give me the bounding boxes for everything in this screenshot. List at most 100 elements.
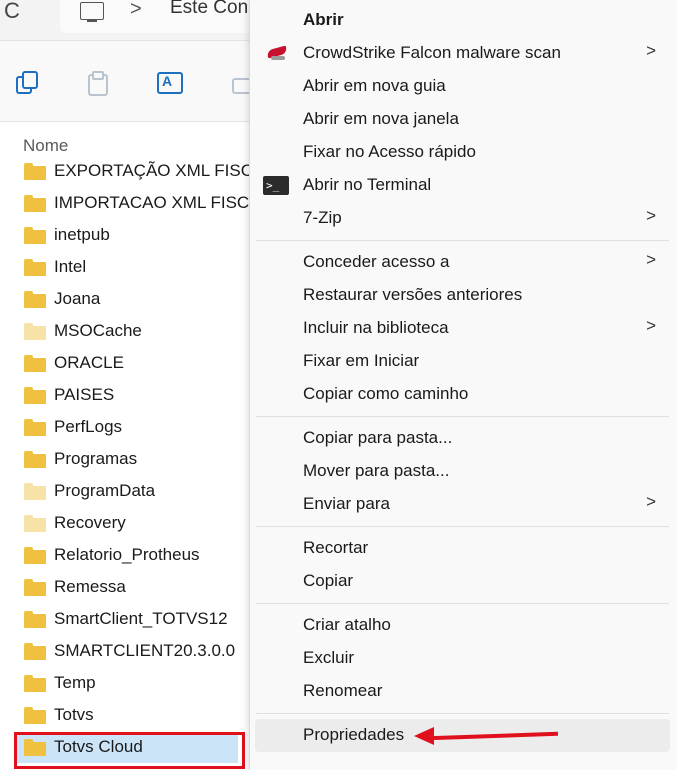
folder-row[interactable]: Totvs: [0, 701, 250, 731]
menu-separator: [256, 526, 669, 527]
folder-name: Temp: [54, 673, 96, 692]
menu-item-recortar[interactable]: Recortar: [255, 532, 670, 565]
menu-item-label: Excluir: [303, 648, 355, 667]
folder-icon: [24, 579, 46, 596]
menu-item-label: Abrir no Terminal: [303, 175, 432, 194]
menu-separator: [256, 240, 669, 241]
folder-row[interactable]: PerfLogs: [0, 413, 250, 443]
folder-name: PAISES: [54, 385, 115, 404]
menu-item-restaurar-versoes-anteriores[interactable]: Restaurar versões anteriores: [255, 279, 670, 312]
folder-row[interactable]: Joana: [0, 285, 250, 315]
folder-icon: [24, 547, 46, 564]
menu-item-label: CrowdStrike Falcon malware scan: [303, 43, 561, 62]
menu-item-fixar-no-acesso-rapido[interactable]: Fixar no Acesso rápido: [255, 136, 670, 169]
folder-row[interactable]: IMPORTACAO XML FISCA: [0, 189, 261, 219]
menu-item-incluir-na-biblioteca[interactable]: Incluir na biblioteca >: [255, 312, 670, 345]
folder-name: ProgramData: [54, 481, 156, 500]
menu-item-label: Copiar como caminho: [303, 384, 469, 403]
folder-icon: [24, 323, 46, 340]
folder-row[interactable]: MSOCache: [0, 317, 250, 347]
menu-item-label: Propriedades: [303, 725, 405, 744]
folder-name: SMARTCLIENT20.3.0.0: [54, 641, 236, 660]
menu-item-7-zip[interactable]: 7-Zip >: [255, 202, 670, 235]
folder-name: IMPORTACAO XML FISCA: [54, 193, 261, 212]
folder-name: Totvs: [54, 705, 94, 724]
red-arrow-annotation: [414, 724, 562, 748]
copy-icon[interactable]: [14, 70, 38, 94]
arrow-head: [414, 727, 434, 745]
folder-row[interactable]: Recovery: [0, 509, 250, 539]
folder-row[interactable]: Intel: [0, 253, 250, 283]
folder-icon: [24, 291, 46, 308]
context-menu: Abrir CrowdStrike Falcon malware scan > Abr…: [249, 0, 677, 770]
menu-item-crowdstrike-falcon-malware-scan[interactable]: CrowdStrike Falcon malware scan >: [255, 37, 670, 70]
menu-item-mover-para-pasta[interactable]: Mover para pasta...: [255, 455, 670, 488]
folder-row[interactable]: Relatorio_Protheus: [0, 541, 250, 571]
folder-row[interactable]: Temp: [0, 669, 250, 699]
menu-item-label: Abrir em nova janela: [303, 109, 459, 128]
menu-item-copiar-como-caminho[interactable]: Copiar como caminho: [255, 378, 670, 411]
menu-item-excluir[interactable]: Excluir: [255, 642, 670, 675]
column-header-name[interactable]: Nome: [23, 136, 68, 156]
menu-item-copiar-para-pasta[interactable]: Copiar para pasta...: [255, 422, 670, 455]
breadcrumb-chevron-icon[interactable]: >: [130, 0, 142, 21]
folder-icon: [24, 451, 46, 468]
menu-separator: [256, 416, 669, 417]
refresh-icon[interactable]: C: [4, 0, 20, 22]
menu-item-renomear[interactable]: Renomear: [255, 675, 670, 708]
folder-icon: [24, 259, 46, 276]
menu-separator: [256, 603, 669, 604]
folder-icon: [24, 483, 46, 500]
menu-item-label: Mover para pasta...: [303, 461, 450, 480]
folder-icon: [24, 643, 46, 660]
folder-row[interactable]: Remessa: [0, 573, 250, 603]
arrow-shaft: [427, 731, 559, 741]
menu-item-label: Recortar: [303, 538, 369, 557]
folder-row[interactable]: Programas: [0, 445, 250, 475]
folder-name: Relatorio_Protheus: [54, 545, 200, 564]
folder-name: inetpub: [54, 225, 110, 244]
menu-item-label: Copiar para pasta...: [303, 428, 453, 447]
folder-name: Remessa: [54, 577, 126, 596]
folder-row[interactable]: EXPORTAÇÃO XML FISCA: [0, 157, 264, 187]
menu-item-label: Restaurar versões anteriores: [303, 285, 523, 304]
crowdstrike-icon: [265, 44, 291, 64]
rename-icon[interactable]: A: [157, 72, 183, 94]
folder-row[interactable]: SMARTCLIENT20.3.0.0: [0, 637, 250, 667]
folder-row[interactable]: ProgramData: [0, 477, 250, 507]
folder-row[interactable]: inetpub: [0, 221, 250, 251]
menu-item-label: Renomear: [303, 681, 383, 700]
paste-icon[interactable]: [86, 70, 110, 96]
submenu-chevron-icon: >: [646, 206, 656, 225]
menu-item-fixar-em-iniciar[interactable]: Fixar em Iniciar: [255, 345, 670, 378]
menu-item-label: Abrir: [303, 10, 344, 29]
folder-icon: [24, 675, 46, 692]
menu-separator: [256, 713, 669, 714]
menu-item-enviar-para[interactable]: Enviar para >: [255, 488, 670, 521]
menu-item-label: 7-Zip: [303, 208, 342, 227]
terminal-icon: >_: [263, 176, 289, 195]
folder-row[interactable]: PAISES: [0, 381, 250, 411]
folder-row[interactable]: SmartClient_TOTVS12: [0, 605, 250, 635]
folder-name: Intel: [54, 257, 87, 276]
menu-item-criar-atalho[interactable]: Criar atalho: [255, 609, 670, 642]
menu-item-copiar[interactable]: Copiar: [255, 565, 670, 598]
folder-name: EXPORTAÇÃO XML FISCA: [54, 161, 265, 180]
menu-item-label: Copiar: [303, 571, 354, 590]
folder-icon: [24, 195, 46, 212]
folder-row[interactable]: ORACLE: [0, 349, 250, 379]
menu-item-abrir-em-nova-guia[interactable]: Abrir em nova guia: [255, 70, 670, 103]
folder-icon: [24, 611, 46, 628]
menu-item-label: Criar atalho: [303, 615, 391, 634]
menu-item-abrir[interactable]: Abrir: [255, 4, 670, 37]
selected-folder-highlight-box: [14, 732, 245, 769]
menu-item-conceder-acesso-a[interactable]: Conceder acesso a >: [255, 246, 670, 279]
menu-item-label: Conceder acesso a: [303, 252, 450, 271]
folder-name: Programas: [54, 449, 138, 468]
submenu-chevron-icon: >: [646, 250, 656, 269]
menu-item-abrir-no-terminal[interactable]: >_ Abrir no Terminal: [255, 169, 670, 202]
breadcrumb-this-pc[interactable]: Este Con: [170, 0, 248, 19]
folder-name: ORACLE: [54, 353, 124, 372]
menu-item-abrir-em-nova-janela[interactable]: Abrir em nova janela: [255, 103, 670, 136]
submenu-chevron-icon: >: [646, 41, 656, 60]
